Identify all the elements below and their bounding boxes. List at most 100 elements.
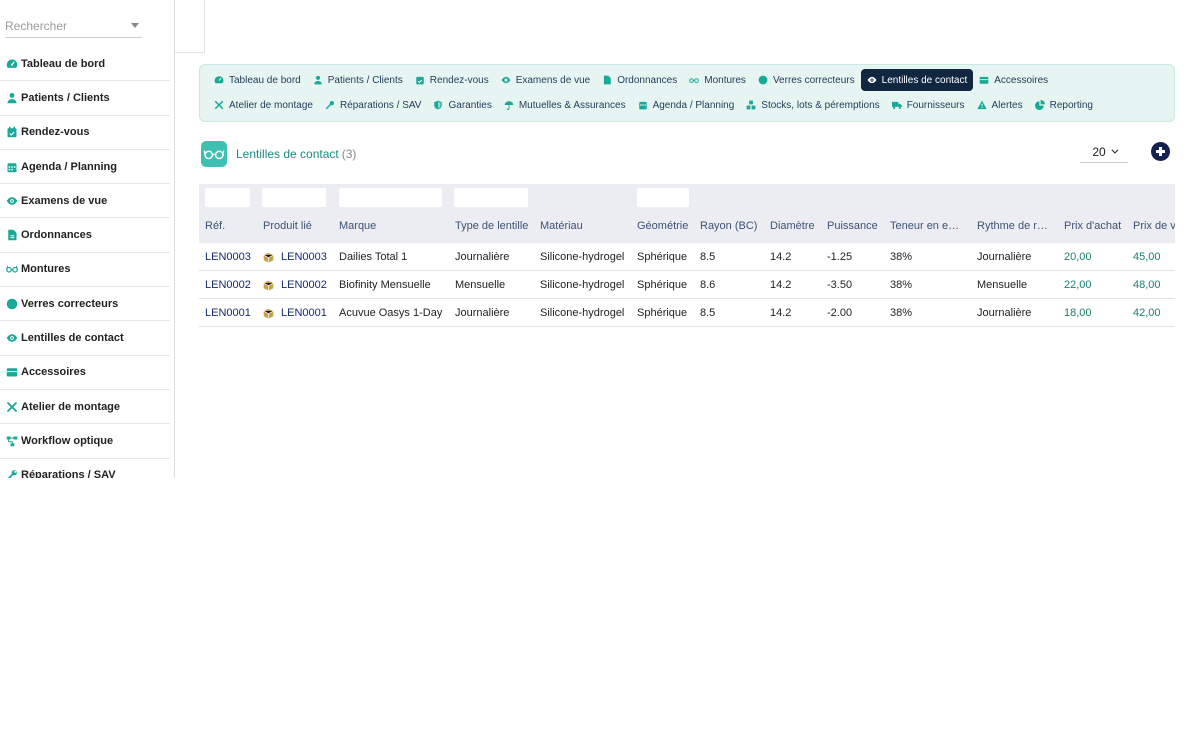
filter-marque[interactable] — [339, 188, 442, 207]
sidebar-item-ordonnances[interactable]: Ordonnances — [0, 218, 170, 253]
cell-prix-achat: 20,00 — [1064, 251, 1092, 263]
sidebar-item-label: Patients / Clients — [21, 91, 110, 104]
column-header[interactable]: Géométrie — [637, 220, 688, 232]
truck-icon — [891, 101, 902, 109]
cell-puissance: -2.00 — [827, 307, 853, 319]
cell-rythme: Journalière — [977, 307, 1032, 319]
table-row[interactable]: LEN0003 LEN0003 Dailies Total 1 Journali… — [199, 243, 1175, 271]
tab-label: Agenda / Planning — [652, 99, 735, 111]
filter-type[interactable] — [454, 188, 528, 207]
cell-materiau: Silicone-hydrogel — [540, 251, 625, 263]
tab-label: Montures — [704, 74, 746, 86]
column-header[interactable]: Matériau — [540, 220, 583, 232]
tab-label: Lentilles de contact — [881, 74, 968, 86]
sidebar-item-label: Verres correcteurs — [21, 297, 119, 310]
tab-reparations[interactable]: Réparations / SAV — [319, 94, 428, 116]
tab-reporting[interactable]: Reporting — [1029, 94, 1099, 116]
sidebar-item-rendez-vous[interactable]: Rendez-vous — [0, 116, 170, 150]
data-table: Réf. Produit lié Marque Type de lentille… — [199, 184, 1175, 327]
gauge-icon — [5, 57, 18, 70]
add-record-button[interactable] — [1151, 142, 1170, 161]
tab-tableau-de-bord[interactable]: Tableau de bord — [208, 69, 307, 91]
per-page-select[interactable]: 20 — [1080, 141, 1128, 163]
filter-ref[interactable] — [205, 188, 250, 207]
search-field[interactable] — [5, 14, 142, 38]
column-header[interactable]: Marque — [339, 220, 376, 232]
column-header[interactable]: Rythme de r… — [977, 220, 1048, 232]
tab-stocks[interactable]: Stocks, lots & péremptions — [740, 94, 885, 116]
tab-mutuelles[interactable]: Mutuelles & Assurances — [498, 94, 632, 116]
tab-garanties[interactable]: Garanties — [427, 94, 497, 116]
tab-atelier[interactable]: Atelier de montage — [208, 94, 319, 116]
tab-label: Fournisseurs — [906, 99, 965, 111]
cell-produit-text: LEN0003 — [281, 251, 327, 263]
cell-prix-achat: 18,00 — [1064, 307, 1092, 319]
per-page-value: 20 — [1092, 144, 1106, 159]
column-header[interactable]: Diamètre — [770, 220, 815, 232]
column-header[interactable]: Prix de v — [1133, 220, 1175, 232]
module-nav-row-1: Tableau de bord Patients / Clients Rende… — [208, 69, 1054, 91]
cell-produit[interactable]: LEN0001 — [263, 307, 327, 319]
sidebar-item-patients[interactable]: Patients / Clients — [0, 81, 170, 116]
tab-fournisseurs[interactable]: Fournisseurs — [886, 94, 971, 116]
cell-produit[interactable]: LEN0002 — [263, 279, 327, 291]
tab-patients[interactable]: Patients / Clients — [307, 69, 409, 91]
sidebar-item-accessoires[interactable]: Accessoires — [0, 356, 170, 390]
cell-ref[interactable]: LEN0002 — [205, 279, 251, 291]
cell-marque: Biofinity Mensuelle — [339, 279, 431, 291]
sidebar-item-reparations[interactable]: Réparations / SAV — [0, 459, 170, 478]
cell-puissance: -3.50 — [827, 279, 853, 291]
tab-label: Atelier de montage — [229, 99, 313, 111]
search-input[interactable] — [5, 14, 125, 33]
column-header[interactable]: Type de lentille — [455, 220, 528, 232]
filter-geometrie[interactable] — [637, 188, 689, 207]
tab-rendez-vous[interactable]: Rendez-vous — [409, 69, 495, 91]
table-row[interactable]: LEN0002 LEN0002 Biofinity Mensuelle Mens… — [199, 271, 1175, 299]
cell-produit[interactable]: LEN0003 — [263, 251, 327, 263]
sidebar-item-montures[interactable]: Montures — [0, 253, 170, 288]
cell-teneur: 38% — [890, 279, 913, 291]
sidebar-item-agenda[interactable]: Agenda / Planning — [0, 150, 170, 185]
tab-verres[interactable]: Verres correcteurs — [752, 69, 861, 91]
table-row[interactable]: LEN0001 LEN0001 Acuvue Oasys 1-Day Journ… — [199, 299, 1175, 327]
tab-label: Tableau de bord — [229, 74, 301, 86]
sidebar-item-label: Accessoires — [21, 366, 86, 379]
tab-accessoires[interactable]: Accessoires — [973, 69, 1054, 91]
sidebar-item-label: Ordonnances — [21, 229, 92, 242]
column-header[interactable]: Puissance — [827, 220, 878, 232]
cell-prix-vente: 42,00 — [1133, 307, 1161, 319]
tab-lentilles[interactable]: Lentilles de contact — [860, 69, 974, 91]
umbrella-icon — [504, 101, 514, 110]
sidebar-item-workflow[interactable]: Workflow optique — [0, 424, 170, 459]
column-header[interactable]: Rayon (BC) — [700, 220, 757, 232]
module-nav: Tableau de bord Patients / Clients Rende… — [199, 64, 1175, 122]
sidebar-item-verres[interactable]: Verres correcteurs — [0, 287, 170, 322]
cell-ref[interactable]: LEN0001 — [205, 307, 251, 319]
tab-label: Réparations / SAV — [339, 99, 422, 111]
sidebar-item-lentilles[interactable]: Lentilles de contact — [0, 321, 170, 356]
cell-prix-achat: 22,00 — [1064, 279, 1092, 291]
tab-examens[interactable]: Examens de vue — [495, 69, 597, 91]
sidebar-item-tableau-de-bord[interactable]: Tableau de bord — [0, 47, 170, 82]
cell-ref[interactable]: LEN0003 — [205, 251, 251, 263]
column-header[interactable]: Teneur en e… — [890, 220, 959, 232]
tab-montures[interactable]: Montures — [683, 69, 752, 91]
tab-label: Rendez-vous — [429, 74, 489, 86]
user-icon — [5, 91, 18, 104]
pie-chart-icon — [1034, 100, 1045, 110]
circle-icon — [5, 297, 18, 310]
module-nav-row-2: Atelier de montage Réparations / SAV Gar… — [208, 94, 1099, 116]
tab-alertes[interactable]: Alertes — [971, 94, 1029, 116]
column-header[interactable]: Prix d'achat — [1064, 220, 1121, 232]
cell-materiau: Silicone-hydrogel — [540, 279, 625, 291]
tab-label: Patients / Clients — [327, 74, 403, 86]
column-header[interactable]: Réf. — [205, 220, 225, 232]
caret-down-icon[interactable] — [131, 23, 139, 28]
sidebar-item-atelier[interactable]: Atelier de montage — [0, 390, 170, 425]
column-header[interactable]: Produit lié — [263, 220, 312, 232]
filter-produit[interactable] — [262, 188, 326, 207]
package-icon — [263, 252, 274, 263]
tab-ordonnances[interactable]: Ordonnances — [596, 69, 683, 91]
tab-agenda[interactable]: Agenda / Planning — [632, 94, 741, 116]
sidebar-item-examens[interactable]: Examens de vue — [0, 184, 170, 219]
